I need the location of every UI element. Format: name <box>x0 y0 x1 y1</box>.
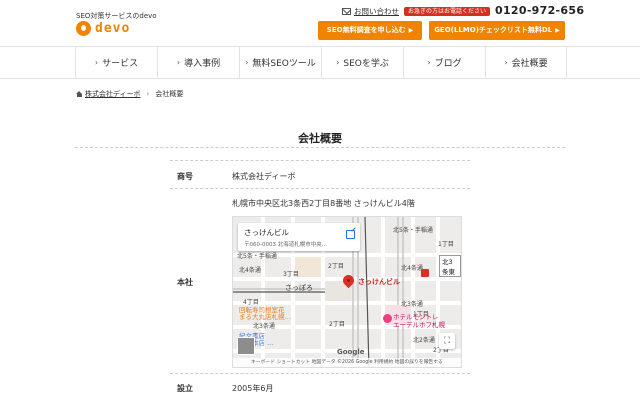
arrow-right-icon: ▶ <box>408 27 414 34</box>
nav-item-label: 会社概要 <box>511 59 548 69</box>
nav-item-label: 無料SEOツール <box>252 59 316 69</box>
chevron-right-icon: › <box>504 58 508 67</box>
page-title: 会社概要 <box>298 132 342 145</box>
table-label-established: 設立 <box>177 384 193 393</box>
block-label: 2丁目 <box>328 263 344 270</box>
nav-item-label: ブログ <box>434 59 462 69</box>
street-label: 北4条通 <box>401 265 423 272</box>
google-map[interactable]: 北5条・手稲通 北5条・手稲通 北4条通 北3条通 北2条通 北4条通 北3条通… <box>232 216 462 368</box>
street-label: 北4条通 <box>239 267 261 274</box>
nav-item-label: 導入事例 <box>184 59 221 69</box>
street-label: 北5条・手稲通 <box>237 253 277 260</box>
breadcrumb-current: 会社概要 <box>155 90 184 98</box>
map-place-name: さっけんビル <box>244 228 289 237</box>
nav-item-blog[interactable]: › ブログ <box>403 47 485 78</box>
chevron-right-icon: › <box>94 58 99 67</box>
site-logo[interactable]: devo <box>76 21 130 36</box>
table-label-head-office: 本社 <box>177 278 193 287</box>
arrow-right-icon: ▶ <box>555 27 560 34</box>
hotel-icon <box>383 314 392 323</box>
block-label: 1丁目 <box>438 241 454 248</box>
home-icon <box>76 91 83 97</box>
table-value-established: 2005年6月 <box>232 384 274 393</box>
station-label: さっぽろ <box>285 284 313 292</box>
nav-items: › サービス › 導入事例 › 無料SEOツール › SEOを学ぶ › ブログ › 会社概要 <box>75 47 567 78</box>
mail-icon <box>342 8 351 15</box>
poi-icon <box>421 269 429 277</box>
poi-label-hotel: ホテルモントレ エーデルホフ札幌 <box>393 313 445 329</box>
global-nav: › サービス › 導入事例 › 無料SEOツール › SEOを学ぶ › ブログ › 会社概要 <box>0 46 640 79</box>
street-label: 北2条通 <box>413 337 435 344</box>
map-place-address: 〒060-0003 北海道札幌市中央... <box>244 242 327 248</box>
district-label: 北3条東 <box>439 255 461 277</box>
nav-item-company[interactable]: › 会社概要 <box>485 47 567 78</box>
geo-checklist-button-label: GEO(LLMO)チェックリスト無料DL <box>434 26 553 34</box>
street-label: 北5条・手稲通 <box>393 227 433 234</box>
block-label: 2丁目 <box>329 321 345 328</box>
poi-label-restaurant: 回転寿司根室花 まる大丸店札幌… <box>239 306 291 321</box>
seo-survey-button[interactable]: SEO無料調査を申し込む ▶ <box>318 21 422 40</box>
table-value-trade-name: 株式会社ディーボ <box>232 172 296 181</box>
open-in-new-icon[interactable] <box>346 230 355 239</box>
street-label: 北3条通 <box>253 323 275 330</box>
nav-item-free-seo-tools[interactable]: › 無料SEOツール <box>239 47 321 78</box>
logo-mark-icon <box>76 21 91 36</box>
site-tagline: SEO対策サービスのdevo <box>76 12 157 20</box>
title-divider <box>75 147 565 148</box>
chevron-right-icon: › <box>427 58 431 67</box>
map-pin-label: さっけんビル <box>358 278 400 286</box>
logo-text: devo <box>95 21 131 36</box>
chevron-right-icon: › <box>245 58 249 67</box>
seo-survey-button-label: SEO無料調査を申し込む <box>326 26 406 34</box>
nav-item-label: サービス <box>102 59 139 69</box>
contact-link[interactable]: お問い合わせ <box>342 6 399 17</box>
site-header: SEO対策サービスのdevo devo お問い合わせ お急ぎの方はお電話ください… <box>0 0 640 46</box>
block-label: 3丁目 <box>283 271 299 278</box>
block-label: 4丁目 <box>243 299 259 306</box>
map-place-card[interactable]: さっけんビル 〒060-0003 北海道札幌市中央... <box>238 223 360 251</box>
table-divider <box>170 373 470 374</box>
nav-item-services[interactable]: › サービス <box>75 47 157 78</box>
fullscreen-button[interactable]: ⛶ <box>439 333 455 349</box>
street-label: 北3条通 <box>401 301 423 308</box>
breadcrumb: 株式会社ディーボ › 会社概要 <box>76 89 183 99</box>
streetview-thumbnail[interactable] <box>237 337 255 355</box>
nav-item-label: SEOを学ぶ <box>343 59 389 69</box>
phone-badge: お急ぎの方はお電話ください <box>404 7 491 16</box>
table-divider <box>170 160 470 161</box>
breadcrumb-home-link[interactable]: 株式会社ディーボ <box>85 89 141 99</box>
table-label-trade-name: 商号 <box>177 172 193 181</box>
table-value-head-office: 札幌市中央区北3条西2丁目8番地 さっけんビル4階 <box>232 199 415 208</box>
breadcrumb-separator: › <box>146 90 150 98</box>
google-logo: Google <box>337 348 365 356</box>
map-attribution: キーボード ショートカット 地図データ ©2026 Google 利用規約 地図… <box>233 358 461 367</box>
nav-item-case-studies[interactable]: › 導入事例 <box>157 47 239 78</box>
geo-checklist-button[interactable]: GEO(LLMO)チェックリスト無料DL ▶ <box>429 21 565 40</box>
table-divider <box>170 188 470 189</box>
phone-number[interactable]: 0120-972-656 <box>495 4 584 17</box>
contact-link-label: お問い合わせ <box>354 7 399 16</box>
chevron-right-icon: › <box>336 58 340 67</box>
chevron-right-icon: › <box>176 58 181 67</box>
nav-item-learn-seo[interactable]: › SEOを学ぶ <box>321 47 403 78</box>
